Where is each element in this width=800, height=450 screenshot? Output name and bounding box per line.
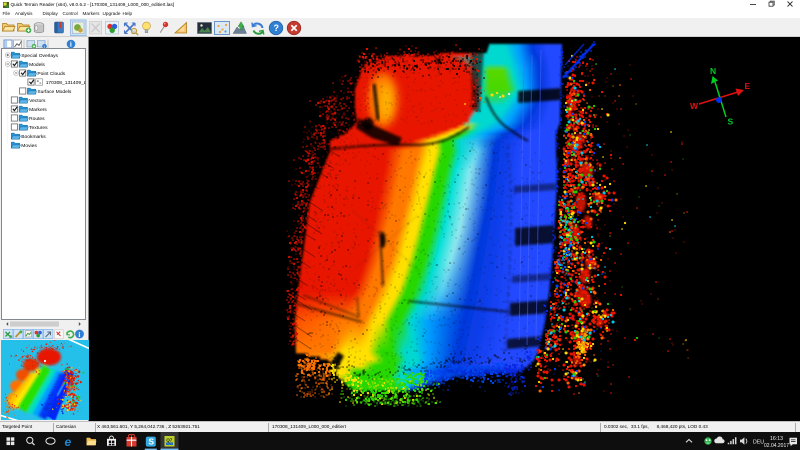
svg-text:02.04.2017: 02.04.2017 [764, 443, 789, 449]
svg-text:i: i [70, 40, 72, 48]
svg-text:Bookmarks: Bookmarks [21, 134, 46, 140]
svg-text:S: S [148, 436, 154, 446]
svg-text:Markers: Markers [29, 107, 47, 113]
svg-text:S: S [728, 117, 734, 127]
svg-text:Models: Models [29, 62, 45, 68]
svg-text:N: N [710, 66, 716, 76]
svg-text:Point Clouds: Point Clouds [37, 71, 65, 77]
svg-text:W: W [690, 101, 699, 111]
svg-text:Routes: Routes [29, 116, 45, 122]
svg-text:16:13: 16:13 [770, 436, 783, 442]
svg-text:Q7: Q7 [166, 438, 173, 443]
svg-text:?: ? [274, 23, 280, 33]
svg-text:e: e [65, 435, 72, 449]
svg-text:DEU: DEU [753, 439, 764, 445]
svg-text:Vectors: Vectors [29, 98, 46, 104]
svg-text:E: E [745, 81, 751, 91]
svg-text:Surface Models: Surface Models [37, 89, 72, 95]
svg-text:Textures: Textures [29, 125, 48, 131]
svg-text:Movies: Movies [21, 143, 37, 149]
svg-text:i: i [78, 330, 80, 338]
svg-text:Special Overlays: Special Overlays [21, 53, 58, 59]
svg-text:170308_131409_L00: 170308_131409_L00 [46, 80, 85, 86]
